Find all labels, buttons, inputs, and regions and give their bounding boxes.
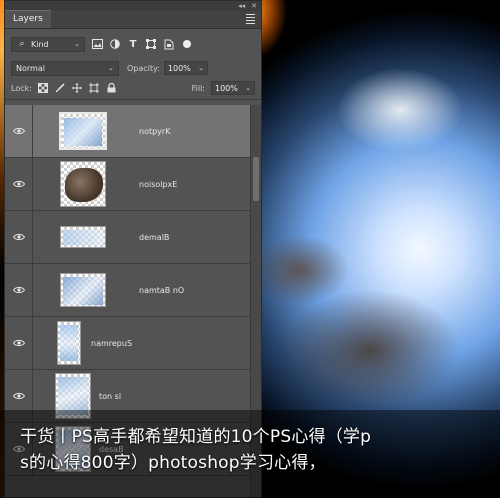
layer-row[interactable]: namrepuS	[5, 316, 252, 370]
layer-row[interactable]: notpyrK	[5, 105, 252, 158]
adjustment-filter-icon[interactable]	[109, 38, 121, 50]
layer-name[interactable]: ton si	[99, 392, 121, 401]
thumbnail-image	[60, 161, 106, 207]
blend-mode-select[interactable]: Normal ⌄	[11, 60, 119, 76]
tab-layers[interactable]: Layers	[5, 10, 51, 28]
fill-field[interactable]: 100% ⌄	[211, 81, 255, 95]
blend-row: Normal ⌄ Opacity: 100% ⌄	[5, 58, 261, 78]
opacity-label: Opacity:	[127, 63, 160, 73]
lock-row: Lock: Fill: 100% ⌄	[5, 80, 261, 100]
thumbnail-image	[60, 226, 106, 248]
layer-thumbnail	[33, 105, 133, 158]
lock-transparent-icon[interactable]	[38, 83, 49, 94]
layer-name[interactable]: namtaB nO	[139, 286, 184, 295]
scrollbar-thumb[interactable]	[253, 157, 259, 201]
panel-menu-icon[interactable]	[241, 10, 261, 28]
layer-thumbnail	[33, 158, 133, 211]
lock-position-icon[interactable]	[72, 83, 83, 94]
visibility-eye-icon[interactable]	[5, 316, 33, 370]
chevron-down-icon: ⌄	[108, 64, 114, 72]
fill-label: Fill:	[191, 83, 205, 93]
kind-label: Kind	[31, 39, 49, 49]
blend-mode-value: Normal	[16, 63, 45, 73]
visibility-eye-icon[interactable]	[5, 157, 33, 211]
type-filter-icon[interactable]: T	[127, 38, 139, 50]
fill-value: 100%	[215, 83, 238, 93]
layer-name[interactable]: namrepuS	[91, 339, 132, 348]
layer-name[interactable]: noisolpxE	[139, 180, 177, 189]
layer-row[interactable]: noisolpxE	[5, 157, 252, 211]
opacity-value: 100%	[167, 63, 191, 73]
lock-all-icon[interactable]	[106, 83, 117, 94]
caption-text: 干货丨PS高手都希望知道的10个PS心得（学p s的心得800字）photosh…	[20, 424, 490, 476]
filter-toggle-knob	[183, 40, 191, 48]
smart-object-filter-icon[interactable]	[163, 38, 175, 50]
lock-artboard-icon[interactable]	[89, 83, 100, 94]
visibility-eye-icon[interactable]	[5, 263, 33, 317]
opacity-field[interactable]: 100% ⌄	[163, 61, 208, 75]
thumbnail-image	[57, 321, 81, 365]
layer-thumbnail	[33, 211, 133, 264]
shape-filter-icon[interactable]	[145, 38, 157, 50]
layer-row[interactable]: demalB	[5, 210, 252, 264]
panel-tab-bar: Layers	[5, 10, 261, 29]
layer-thumbnail	[33, 264, 133, 317]
visibility-eye-icon[interactable]	[5, 210, 33, 264]
layer-name[interactable]: demalB	[139, 233, 169, 242]
lock-image-icon[interactable]	[55, 83, 66, 94]
thumbnail-image	[59, 112, 107, 150]
chevron-down-icon: ⌄	[198, 64, 204, 72]
layer-row[interactable]: namtaB nO	[5, 263, 252, 317]
chevron-down-icon: ⌄	[74, 40, 80, 48]
lock-label: Lock:	[11, 83, 32, 93]
kind-filter-select[interactable]: ⌕ Kind ⌄	[11, 36, 85, 52]
filter-toggle[interactable]	[181, 40, 191, 48]
layer-thumbnail: namrepuS	[33, 317, 133, 370]
image-filter-icon[interactable]	[91, 38, 103, 50]
search-icon: ⌕	[19, 39, 25, 49]
thumbnail-image	[60, 273, 106, 307]
chevron-down-icon: ⌄	[245, 84, 251, 92]
layer-name[interactable]: notpyrK	[139, 127, 170, 136]
visibility-eye-icon[interactable]	[5, 105, 33, 158]
caption-line-1: 干货丨PS高手都希望知道的10个PS心得（学p	[20, 427, 372, 447]
caption-line-2: s的心得800字）photoshop学习心得，	[20, 453, 326, 473]
filter-row: ⌕ Kind ⌄ T	[5, 34, 261, 54]
